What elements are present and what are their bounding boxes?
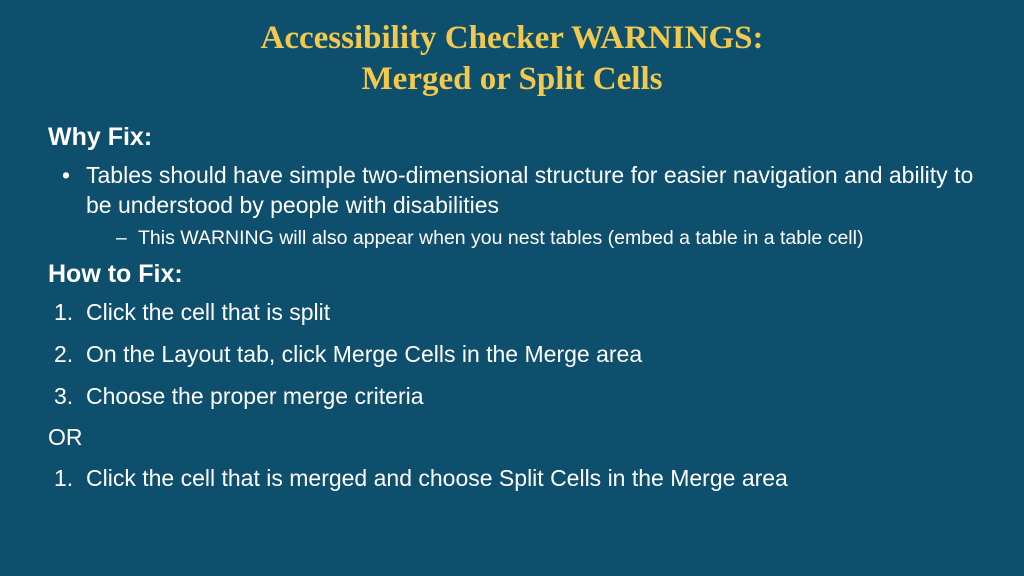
how-to-fix-steps-1: Click the cell that is split On the Layo… [48, 297, 984, 412]
slide-title: Accessibility Checker WARNINGS: Merged o… [40, 18, 984, 101]
how-to-fix-heading: How to Fix: [48, 260, 984, 289]
step-1: Click the cell that is split [48, 297, 984, 327]
why-fix-sub-bullet: This WARNING will also appear when you n… [48, 226, 984, 251]
title-line-2: Merged or Split Cells [362, 61, 663, 97]
why-fix-list: Tables should have simple two-dimensiona… [48, 160, 984, 252]
title-line-1: Accessibility Checker WARNINGS: [261, 20, 764, 56]
alt-step-1: Click the cell that is merged and choose… [48, 463, 984, 493]
why-fix-bullet: Tables should have simple two-dimensiona… [48, 160, 984, 221]
step-3: Choose the proper merge criteria [48, 381, 984, 411]
slide-content: Why Fix: Tables should have simple two-d… [40, 123, 984, 494]
or-separator: OR [48, 424, 984, 451]
how-to-fix-steps-2: Click the cell that is merged and choose… [48, 463, 984, 493]
why-fix-heading: Why Fix: [48, 123, 984, 152]
slide-container: Accessibility Checker WARNINGS: Merged o… [0, 0, 1024, 576]
step-2: On the Layout tab, click Merge Cells in … [48, 339, 984, 369]
